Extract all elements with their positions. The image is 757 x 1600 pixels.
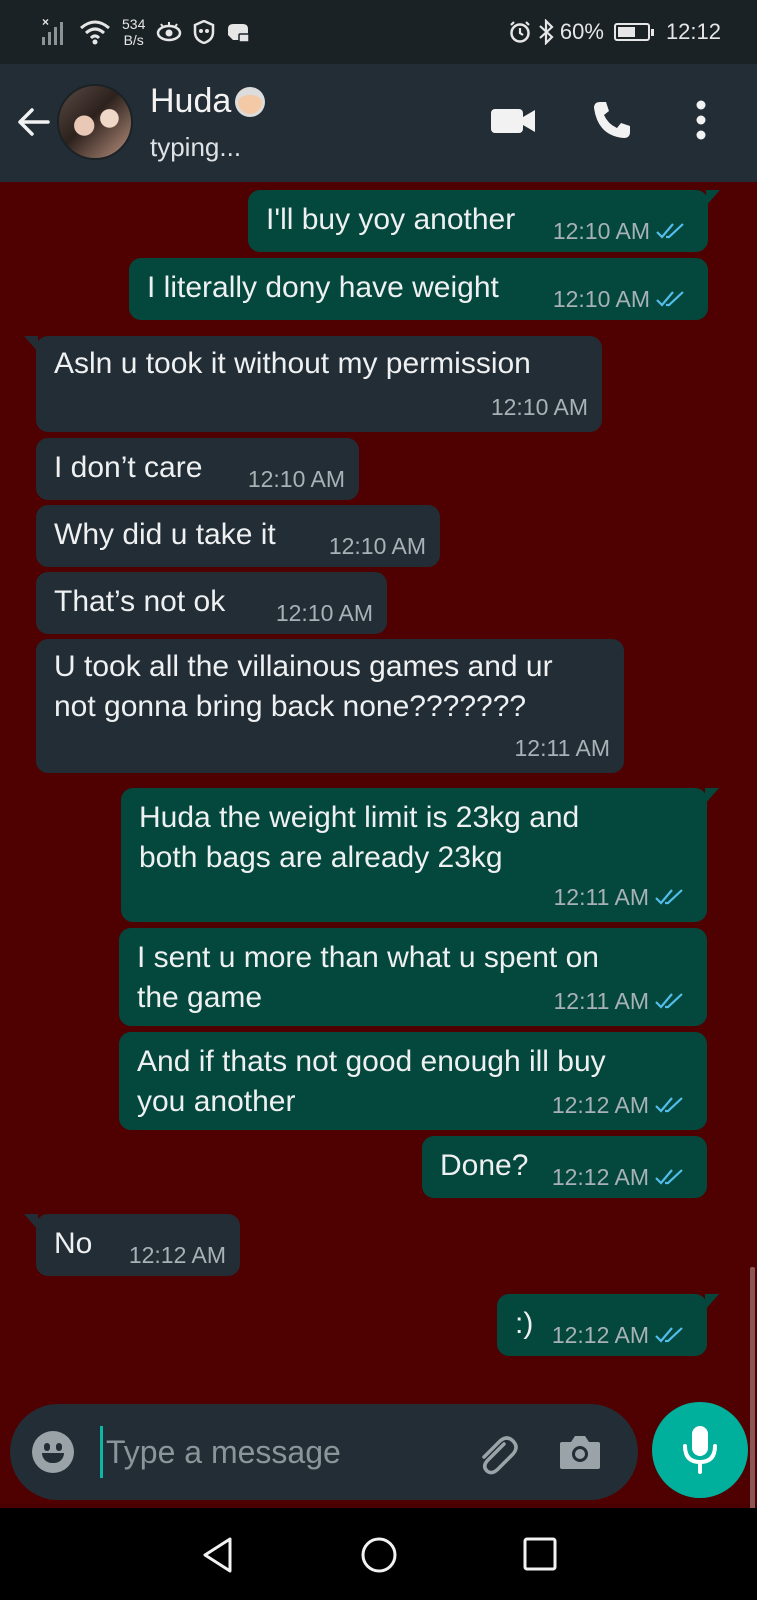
- message-text: Asln u took it without my permission: [54, 347, 531, 380]
- message-bubble-incoming[interactable]: U took all the villainous games and ur n…: [36, 639, 624, 773]
- eye-icon: [157, 22, 182, 42]
- message-bubble-incoming[interactable]: Asln u took it without my permission 12:…: [24, 336, 602, 432]
- text-cursor: [100, 1426, 103, 1478]
- message-text: Done?: [440, 1149, 529, 1182]
- voice-message-button[interactable]: [652, 1402, 748, 1498]
- message-time: 12:12 AM: [551, 1092, 649, 1118]
- battery-icon: [613, 23, 654, 41]
- chat-header[interactable]: Huda typing...: [0, 64, 757, 182]
- message-text: I don’t care: [54, 451, 203, 484]
- battery-percent: 60%: [559, 19, 604, 44]
- message-composer[interactable]: [10, 1404, 638, 1500]
- message-time: 12:10 AM: [552, 218, 650, 244]
- read-ticks-icon: [655, 1097, 683, 1113]
- message-bubble-outgoing[interactable]: I'll buy yoy another 12:10 AM: [248, 190, 720, 252]
- alarm-icon: [510, 21, 530, 43]
- message-text: And if thats not good enough ill buy you…: [137, 1045, 606, 1118]
- game-controller-icon: [228, 24, 251, 43]
- clock: 12:12: [665, 19, 721, 44]
- video-call-icon[interactable]: [490, 106, 536, 136]
- nav-home-icon[interactable]: [360, 1536, 398, 1574]
- signal-icon: ×: [38, 15, 68, 47]
- message-bubble-outgoing[interactable]: I sent u more than what u spent on the g…: [119, 928, 707, 1026]
- message-text: I'll buy yoy another: [266, 203, 516, 236]
- message-time: 12:10 AM: [552, 286, 650, 312]
- message-text: That’s not ok: [54, 585, 226, 618]
- read-ticks-icon: [656, 223, 684, 239]
- message-bubble-incoming[interactable]: That’s not ok 12:10 AM: [36, 572, 387, 634]
- read-ticks-icon: [655, 993, 683, 1009]
- message-text: Huda the weight limit is 23kg and both b…: [139, 801, 580, 874]
- message-time: 12:11 AM: [553, 884, 649, 910]
- more-options-icon[interactable]: [694, 100, 708, 140]
- emoji-icon[interactable]: [32, 1431, 74, 1473]
- message-text: I literally dony have weight: [147, 271, 499, 304]
- microphone-icon: [683, 1426, 717, 1474]
- message-text: Why did u take it: [54, 518, 276, 551]
- message-bubble-outgoing[interactable]: Huda the weight limit is 23kg and both b…: [121, 788, 719, 922]
- read-ticks-icon: [655, 889, 683, 905]
- message-time: 12:10 AM: [328, 533, 426, 559]
- message-bubble-outgoing[interactable]: I literally dony have weight 12:10 AM: [129, 258, 708, 320]
- message-text: U took all the villainous games and ur n…: [54, 650, 553, 723]
- message-bubble-incoming[interactable]: No 12:12 AM: [24, 1214, 240, 1276]
- camera-icon[interactable]: [558, 1432, 602, 1472]
- wifi-icon: [80, 20, 110, 45]
- nav-recents-icon[interactable]: [522, 1536, 558, 1572]
- grandmother-emoji-icon: [235, 86, 266, 117]
- message-time: 12:10 AM: [247, 466, 345, 492]
- bluetooth-icon: [539, 19, 554, 45]
- message-bubble-outgoing[interactable]: :) 12:12 AM: [497, 1294, 719, 1356]
- read-ticks-icon: [656, 291, 684, 307]
- read-ticks-icon: [655, 1327, 683, 1343]
- network-speed-value: 534: [122, 16, 146, 32]
- message-text: I sent u more than what u spent on the g…: [137, 941, 599, 1014]
- status-bar: × 534 B/s 60% 12:12: [0, 0, 757, 64]
- message-time: 12:10 AM: [490, 394, 588, 420]
- message-time: 12:12 AM: [128, 1242, 226, 1268]
- voice-call-icon[interactable]: [590, 98, 634, 142]
- message-time: 12:11 AM: [553, 988, 649, 1014]
- message-time: 12:12 AM: [551, 1322, 649, 1348]
- back-arrow-icon[interactable]: [14, 102, 54, 142]
- network-speed: 534 B/s: [122, 16, 145, 48]
- network-speed-unit: B/s: [123, 32, 144, 48]
- message-time: 12:11 AM: [514, 735, 610, 761]
- attachment-icon[interactable]: [472, 1428, 520, 1476]
- chat-area[interactable]: I'll buy yoy another 12:10 AM I literall…: [0, 182, 757, 1572]
- message-bubble-outgoing[interactable]: Done? 12:12 AM: [422, 1136, 707, 1198]
- battery-fill: [617, 27, 635, 37]
- system-navigation-bar: [0, 1508, 757, 1600]
- contact-name[interactable]: Huda: [150, 82, 266, 121]
- typing-status: typing...: [150, 132, 242, 162]
- message-time: 12:12 AM: [551, 1164, 649, 1190]
- contact-avatar[interactable]: [57, 84, 133, 160]
- message-bubble-incoming[interactable]: Why did u take it 12:10 AM: [36, 505, 440, 567]
- nav-back-icon[interactable]: [200, 1536, 236, 1574]
- contact-name-label: Huda: [150, 82, 232, 120]
- message-text: No: [54, 1227, 93, 1260]
- read-ticks-icon: [655, 1169, 683, 1185]
- message-text: :): [515, 1307, 534, 1340]
- message-bubble-incoming[interactable]: I don’t care 12:10 AM: [36, 438, 359, 500]
- message-bubble-outgoing[interactable]: And if thats not good enough ill buy you…: [119, 1032, 707, 1130]
- message-time: 12:10 AM: [275, 600, 373, 626]
- message-input[interactable]: [106, 1426, 436, 1478]
- shield-icon: [194, 20, 215, 44]
